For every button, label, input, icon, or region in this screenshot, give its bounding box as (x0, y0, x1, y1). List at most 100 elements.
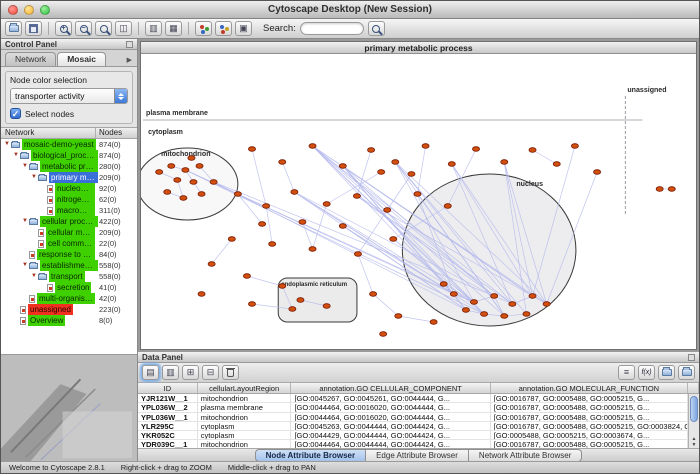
tree-header-nodes[interactable]: Nodes (96, 128, 137, 138)
close-window-button[interactable] (8, 5, 18, 15)
expander-icon[interactable]: ▼ (21, 260, 29, 271)
column-header-3[interactable]: annotation.GO MOLECULAR_FUNCTION (491, 383, 688, 393)
tree-item-multi-organism-pro[interactable]: multi-organism pro...42(0) (1, 293, 137, 304)
network-node[interactable] (180, 196, 187, 201)
import-table-icon[interactable] (678, 365, 695, 380)
network-canvas[interactable]: plasma membranecytoplasmmitochondrionnuc… (141, 54, 696, 349)
network-node[interactable] (156, 170, 163, 175)
tree-item-overview[interactable]: Overview8(0) (1, 315, 137, 326)
network-node[interactable] (594, 170, 601, 175)
column-header-1[interactable]: cellularLayoutRegion (198, 383, 292, 393)
network-edge[interactable] (357, 150, 371, 196)
zoom-out-icon[interactable]: − (75, 21, 92, 36)
tab-scroll-right-icon[interactable]: ▶ (124, 54, 135, 66)
tab-edge-attribute-browser[interactable]: Edge Attribute Browser (366, 449, 469, 462)
network-node[interactable] (553, 162, 560, 167)
tree-item-primary-metabo[interactable]: ▼primary metabo...209(0) (1, 172, 137, 183)
tree-item-nitrogen-compo[interactable]: nitrogen compo...62(0) (1, 194, 137, 205)
scrollbar-arrows-icon[interactable]: ▲▼ (689, 436, 699, 448)
zoom-in-icon[interactable]: + (55, 21, 72, 36)
new-attribute-icon[interactable]: ⊞ (182, 365, 199, 380)
network-edge[interactable] (238, 194, 262, 224)
expander-icon[interactable]: ▼ (30, 271, 38, 282)
network-node[interactable] (248, 302, 255, 307)
network-node[interactable] (168, 164, 175, 169)
tree-item-cellular-process[interactable]: ▼cellular process422(0) (1, 216, 137, 227)
network-node[interactable] (291, 190, 298, 195)
tree-item-response-to-stimul[interactable]: response to stimul...84(0) (1, 249, 137, 260)
delete-attribute-icon[interactable]: ⊟ (202, 365, 219, 380)
network-node[interactable] (263, 204, 270, 209)
network-node[interactable] (668, 187, 675, 192)
select-attributes-icon[interactable]: ▤ (142, 365, 159, 380)
zoom-fit-icon[interactable]: ◫ (115, 21, 132, 36)
network-node[interactable] (440, 282, 447, 287)
network-edge[interactable] (398, 316, 433, 322)
vizmapper-icon[interactable]: ▣ (235, 21, 252, 36)
float-panel-icon[interactable] (126, 41, 133, 48)
network-node[interactable] (182, 168, 189, 173)
birdseye-view[interactable] (1, 354, 137, 461)
network-node[interactable] (279, 284, 286, 289)
open-attribute-file-icon[interactable] (658, 365, 675, 380)
network-node[interactable] (422, 144, 429, 149)
network-node[interactable] (208, 262, 215, 267)
tab-node-attribute-browser[interactable]: Node Attribute Browser (255, 449, 367, 462)
network-node[interactable] (392, 160, 399, 165)
expander-icon[interactable]: ▼ (3, 139, 11, 150)
network-node[interactable] (297, 298, 304, 303)
network-node[interactable] (368, 148, 375, 153)
network-edge[interactable] (358, 254, 373, 294)
network-edge[interactable] (313, 204, 327, 249)
column-header-2[interactable]: annotation.GO CELLULAR_COMPONENT (291, 383, 490, 393)
table-row[interactable]: YLR295Ccytoplasm[GO:0045263, GO:0044444,… (138, 422, 688, 431)
network-node[interactable] (309, 144, 316, 149)
network-node[interactable] (448, 162, 455, 167)
expander-icon[interactable]: ▼ (21, 161, 29, 172)
network-node[interactable] (259, 222, 266, 227)
tab-network-attribute-browser[interactable]: Network Attribute Browser (469, 449, 582, 462)
network-node[interactable] (243, 274, 250, 279)
network-node[interactable] (323, 304, 330, 309)
window-titlebar[interactable]: Cytoscape Desktop (New Session) (1, 1, 699, 19)
network-node[interactable] (501, 314, 508, 319)
network-node[interactable] (543, 302, 550, 307)
network-node[interactable] (353, 194, 360, 199)
network-node[interactable] (234, 192, 241, 197)
network-node[interactable] (462, 308, 469, 313)
table-row[interactable]: YPL036W__1mitochondrion[GO:0044464, GO:0… (138, 413, 688, 422)
select-nodes-checkbox[interactable]: ✓ (10, 108, 21, 119)
network-edge[interactable] (212, 239, 232, 264)
scrollbar-thumb[interactable] (690, 396, 698, 422)
expander-icon[interactable]: ▼ (12, 150, 20, 161)
network-edge[interactable] (252, 149, 266, 206)
new-network-icon[interactable] (195, 21, 212, 36)
network-node[interactable] (309, 247, 316, 252)
table-row[interactable]: YDR039C__1mitochondrion[GO:0044464, GO:0… (138, 440, 688, 448)
float-panel-icon[interactable] (688, 354, 695, 361)
clear-attribute-icon[interactable] (222, 365, 239, 380)
network-node[interactable] (444, 204, 451, 209)
import-network-icon[interactable] (215, 21, 232, 36)
network-node[interactable] (228, 237, 235, 242)
tree-item-secretion[interactable]: secretion41(0) (1, 282, 137, 293)
network-node[interactable] (378, 170, 385, 175)
network-node[interactable] (384, 208, 391, 213)
expander-icon[interactable]: ▼ (21, 216, 29, 227)
network-node[interactable] (509, 302, 516, 307)
network-node[interactable] (395, 314, 402, 319)
network-node[interactable] (269, 242, 276, 247)
network-node[interactable] (174, 178, 181, 183)
network-node[interactable] (470, 300, 477, 305)
tree-item-nucleobase[interactable]: nucleobase...92(0) (1, 183, 137, 194)
network-node[interactable] (571, 144, 578, 149)
hide-selected-icon[interactable]: ▥ (145, 21, 162, 36)
column-header-id[interactable]: ID (138, 383, 198, 393)
attribute-list-icon[interactable]: ≡ (618, 365, 635, 380)
network-node[interactable] (414, 192, 421, 197)
tree-item-macromolecule[interactable]: macromolecule...311(0) (1, 205, 137, 216)
network-node[interactable] (390, 237, 397, 242)
network-node[interactable] (656, 187, 663, 192)
tab-mosaic[interactable]: Mosaic (57, 52, 106, 66)
search-input[interactable] (300, 22, 364, 35)
